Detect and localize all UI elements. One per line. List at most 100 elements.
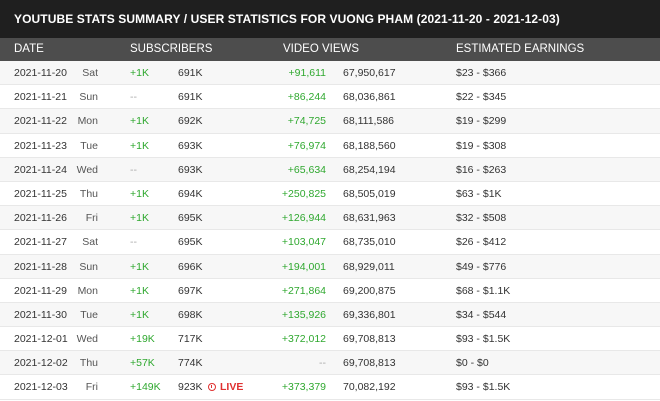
views-change: +373,379 (281, 381, 326, 394)
subscriber-total: 691K (178, 91, 203, 104)
table-row: 2021-11-24 Wed -- 693K +65,634 68,254,194 $16 … (0, 157, 660, 182)
subscriber-change: +1K (130, 284, 149, 297)
header-date[interactable]: DATE (14, 43, 44, 55)
estimated-earnings: $0 - $0 (456, 357, 489, 370)
table-row: 2021-11-22 Mon +1K 692K +74,725 68,111,586 $19… (0, 109, 660, 134)
table-row: 2021-11-25 Thu +1K 694K +250,825 68,505,019 $6… (0, 181, 660, 207)
row-weekday: Thu (79, 187, 98, 200)
row-date: 2021-11-29 (14, 284, 67, 297)
views-total: 69,336,801 (343, 308, 396, 321)
views-total: 68,188,560 (343, 139, 396, 152)
estimated-earnings: $19 - $299 (456, 115, 507, 128)
views-change: +86,244 (287, 91, 326, 104)
subscriber-change: +1K (130, 67, 149, 79)
estimated-earnings: $34 - $544 (456, 308, 507, 321)
row-date: 2021-12-01 (14, 333, 68, 346)
views-change: +76,974 (287, 139, 326, 152)
row-weekday: Tue (80, 308, 98, 321)
subscriber-change: +1K (130, 308, 149, 321)
subscriber-total: 717K (178, 333, 203, 346)
header-estimated-earnings[interactable]: ESTIMATED EARNINGS (456, 43, 584, 55)
row-weekday: Sat (82, 67, 98, 79)
row-date: 2021-11-24 (14, 163, 67, 176)
table-row: 2021-11-20 Sat +1K 691K +91,611 67,950,617 $23… (0, 61, 660, 86)
views-change: +250,825 (281, 187, 326, 200)
row-date: 2021-11-25 (14, 187, 67, 200)
row-weekday: Tue (80, 139, 98, 152)
row-weekday: Sun (79, 91, 98, 104)
estimated-earnings: $93 - $1.5K (456, 381, 511, 394)
table-header: DATE SUBSCRIBERS VIDEO VIEWS ESTIMATED E… (0, 38, 660, 61)
views-change: +372,012 (281, 333, 326, 346)
views-total: 68,505,019 (343, 187, 396, 200)
estimated-earnings: $23 - $366 (456, 67, 507, 79)
table-row: 2021-11-26 Fri +1K 695K +126,944 68,631,963 $3… (0, 206, 660, 231)
views-total: 68,036,861 (343, 91, 396, 104)
row-date: 2021-11-23 (14, 139, 67, 152)
table-row: 2021-11-21 Sun -- 691K +86,244 68,036,861 $22 … (0, 85, 660, 110)
table-row: 2021-12-01 Wed +19K 717K +372,012 69,708,813 $… (0, 327, 660, 352)
page-title: YOUTUBE STATS SUMMARY / USER STATISTICS … (0, 0, 660, 38)
estimated-earnings: $22 - $345 (456, 91, 507, 104)
views-total: 68,111,586 (343, 115, 394, 128)
subscriber-total: 691K (178, 67, 203, 79)
views-change: +91,611 (288, 67, 326, 79)
estimated-earnings: $32 - $508 (456, 212, 507, 225)
views-total: 68,735,010 (343, 236, 396, 249)
subscriber-change: +19K (130, 333, 155, 346)
table-row: 2021-12-02 Thu +57K 774K -- 69,708,813 $0 - $0 (0, 351, 660, 376)
row-weekday: Thu (79, 357, 98, 370)
views-change: +271,864 (281, 284, 326, 297)
subscriber-change: +1K (130, 115, 149, 128)
row-date: 2021-11-20 (14, 67, 67, 79)
table-row: 2021-11-30 Tue +1K 698K +135,926 69,336,801 $3… (0, 302, 660, 328)
subscriber-change: +1K (130, 139, 149, 152)
row-date: 2021-12-02 (14, 357, 68, 370)
views-total: 67,950,617 (343, 67, 396, 79)
table-row: 2021-11-23 Tue +1K 693K +76,974 68,188,560 $19… (0, 133, 660, 158)
subscriber-total: 696K (178, 260, 203, 273)
row-weekday: Mon (77, 115, 98, 128)
subscriber-total: 693K (178, 163, 203, 176)
subscriber-change: +1K (130, 260, 149, 273)
subscriber-total: 695K (178, 236, 203, 249)
subscriber-change: +1K (130, 212, 149, 225)
views-total: 69,708,813 (343, 357, 396, 370)
subscriber-total: 694K (178, 187, 203, 200)
estimated-earnings: $16 - $263 (456, 163, 507, 176)
subscriber-change: -- (130, 236, 137, 249)
views-change: +194,001 (281, 260, 326, 273)
subscriber-total: 695K (178, 212, 203, 225)
estimated-earnings: $63 - $1K (456, 187, 502, 200)
views-total: 70,082,192 (343, 381, 396, 394)
row-weekday: Wed (76, 163, 98, 176)
views-total: 68,631,963 (343, 212, 396, 225)
subscriber-change: +149K (130, 381, 161, 394)
estimated-earnings: $26 - $412 (456, 236, 507, 249)
subscriber-change: +57K (130, 357, 155, 370)
stats-table-body: 2021-11-20 Sat +1K 691K +91,611 67,950,617 $23… (0, 61, 660, 400)
views-change: +74,725 (287, 115, 326, 128)
clock-icon (208, 383, 216, 392)
views-total: 68,254,194 (343, 163, 396, 176)
header-subscribers[interactable]: SUBSCRIBERS (130, 43, 212, 55)
row-date: 2021-11-21 (14, 91, 67, 104)
views-change: -- (319, 357, 326, 370)
subscriber-total: 693K (178, 139, 203, 152)
row-weekday: Sun (79, 260, 98, 273)
live-badge[interactable]: LIVE (208, 381, 243, 393)
subscriber-total: 923K (178, 381, 203, 394)
views-change: +126,944 (281, 212, 326, 225)
row-date: 2021-11-27 (14, 236, 67, 249)
live-label: LIVE (220, 381, 244, 394)
row-weekday: Fri (85, 212, 98, 225)
estimated-earnings: $49 - $776 (456, 260, 507, 273)
subscriber-change: -- (130, 91, 137, 104)
estimated-earnings: $68 - $1.1K (456, 284, 511, 297)
subscriber-total: 697K (178, 284, 203, 297)
row-weekday: Fri (85, 381, 98, 394)
subscriber-total: 774K (178, 357, 203, 370)
estimated-earnings: $93 - $1.5K (456, 333, 511, 346)
header-video-views[interactable]: VIDEO VIEWS (283, 43, 359, 55)
row-date: 2021-12-03 (14, 381, 68, 394)
